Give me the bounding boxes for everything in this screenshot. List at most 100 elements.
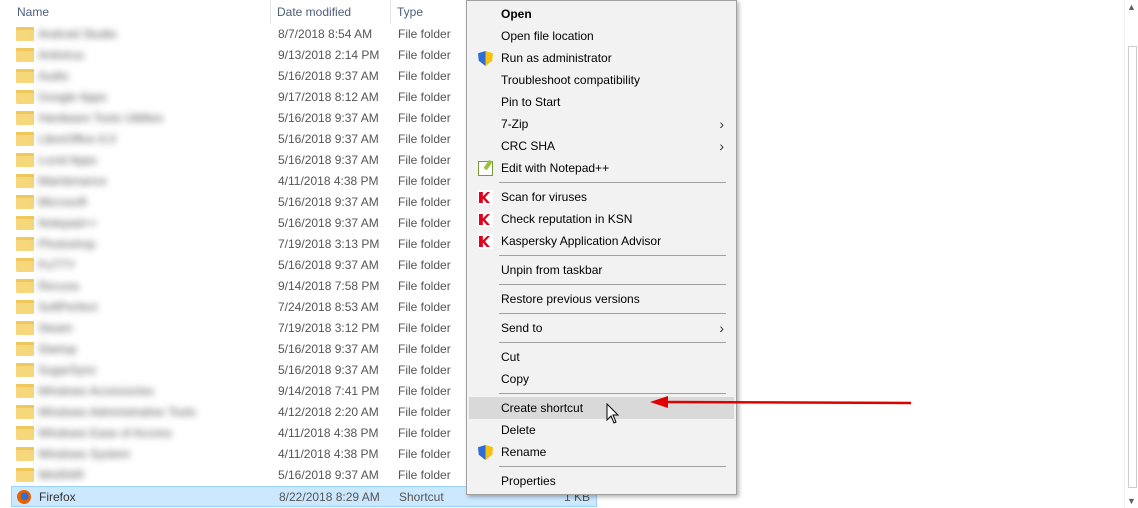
file-date: 4/11/2018 4:38 PM [278,426,379,440]
menu-item-crc-sha[interactable]: CRC SHA › [469,135,734,157]
file-type: File folder [398,447,451,461]
folder-icon [16,195,34,209]
file-type: File folder [398,27,451,41]
file-type: File folder [398,426,451,440]
file-type: File folder [398,174,451,188]
menu-item-edit-with-notepad[interactable]: Edit with Notepad++ [469,157,734,179]
file-date: 7/24/2018 8:53 AM [278,300,379,314]
file-date: 4/11/2018 4:38 PM [278,174,379,188]
file-type: File folder [398,195,451,209]
folder-icon [16,300,34,314]
menu-separator [499,466,726,467]
file-name: Notepad++ [38,216,98,230]
menu-item-cut[interactable]: Cut [469,346,734,368]
menu-item-label: Scan for viruses [501,190,588,204]
menu-item-label: Copy [501,372,530,386]
file-name: Antivirus [38,48,85,62]
file-name: Windows Administrative Tools [38,405,196,419]
file-name: Windows System [38,447,131,461]
menu-item-restore-previous-versions[interactable]: Restore previous versions [469,288,734,310]
menu-item-label: Properties [501,474,556,488]
file-date: 5/16/2018 9:37 AM [278,195,379,209]
menu-item-label: Check reputation in KSN [501,212,633,226]
menu-item-7zip[interactable]: 7-Zip › [469,113,734,135]
file-date: 9/13/2018 2:14 PM [278,48,380,62]
scroll-down-icon[interactable]: ▼ [1127,496,1136,506]
menu-item-open[interactable]: Open [469,3,734,25]
scroll-up-icon[interactable]: ▲ [1127,2,1136,12]
folder-icon [16,426,34,440]
uac-shield-icon [478,51,493,66]
menu-item-scan-for-viruses[interactable]: Scan for viruses [469,186,734,208]
kaspersky-icon [478,190,493,205]
menu-item-label: Run as administrator [501,51,612,65]
file-date: 9/14/2018 7:41 PM [278,384,380,398]
file-type: Shortcut [399,490,444,504]
file-date: 5/16/2018 9:37 AM [278,468,379,482]
submenu-chevron-icon: › [719,320,724,336]
submenu-chevron-icon: › [719,138,724,154]
column-type-header[interactable]: Type [391,0,471,24]
folder-icon [16,69,34,83]
scroll-thumb[interactable] [1128,46,1137,488]
menu-item-label: Delete [501,423,536,437]
menu-item-properties[interactable]: Properties [469,470,734,492]
file-type: File folder [398,279,451,293]
file-type: File folder [398,300,451,314]
menu-item-pin-to-start[interactable]: Pin to Start [469,91,734,113]
menu-item-label: Send to [501,321,543,335]
file-name: PuTTY [38,258,76,272]
file-date: 5/16/2018 9:37 AM [278,69,379,83]
file-date: 5/16/2018 9:37 AM [278,132,379,146]
file-date: 5/16/2018 9:37 AM [278,363,379,377]
file-name: Audio [38,69,69,83]
file-type: File folder [398,384,451,398]
file-type: File folder [398,342,451,356]
menu-item-rename[interactable]: Rename [469,441,734,463]
file-type: File folder [398,69,451,83]
column-date-header[interactable]: Date modified [271,0,391,24]
vertical-scrollbar[interactable]: ▲ ▼ [1124,0,1138,508]
file-date: 4/12/2018 2:20 AM [278,405,379,419]
menu-separator [499,284,726,285]
file-name: Recuva [38,279,79,293]
file-date: 5/16/2018 9:37 AM [278,111,379,125]
folder-icon [16,321,34,335]
menu-separator [499,342,726,343]
menu-item-copy[interactable]: Copy [469,368,734,390]
menu-item-label: Open file location [501,29,594,43]
menu-item-label: Create shortcut [501,401,584,415]
menu-item-open-file-location[interactable]: Open file location [469,25,734,47]
menu-item-kaspersky-application-advisor[interactable]: Kaspersky Application Advisor [469,230,734,252]
kaspersky-icon [478,234,493,249]
folder-icon [16,90,34,104]
menu-item-create-shortcut[interactable]: Create shortcut [469,397,734,419]
menu-item-label: Open [501,7,532,21]
file-type: File folder [398,237,451,251]
file-date: 9/17/2018 8:12 AM [278,90,379,104]
folder-icon [16,468,34,482]
menu-item-troubleshoot-compatibility[interactable]: Troubleshoot compatibility [469,69,734,91]
folder-icon [16,153,34,167]
mouse-pointer-icon [606,403,620,424]
menu-item-label: Cut [501,350,520,364]
menu-item-check-reputation-ksn[interactable]: Check reputation in KSN [469,208,734,230]
file-name: Android Studio [38,27,117,41]
kaspersky-icon [478,212,493,227]
file-name: Windows Ease of Access [38,426,173,440]
folder-icon [16,237,34,251]
menu-item-label: CRC SHA [501,139,556,153]
menu-separator [499,313,726,314]
menu-item-label: Unpin from taskbar [501,263,603,277]
menu-item-run-as-administrator[interactable]: Run as administrator [469,47,734,69]
sort-ascending-icon: ^ [136,0,142,6]
menu-item-label: Kaspersky Application Advisor [501,234,662,248]
menu-item-unpin-from-taskbar[interactable]: Unpin from taskbar [469,259,734,281]
submenu-chevron-icon: › [719,116,724,132]
menu-item-delete[interactable]: Delete [469,419,734,441]
folder-icon [16,174,34,188]
folder-icon [16,447,34,461]
file-type: File folder [398,405,451,419]
menu-item-send-to[interactable]: Send to › [469,317,734,339]
file-name: LibreOffice 6.0 [38,132,116,146]
